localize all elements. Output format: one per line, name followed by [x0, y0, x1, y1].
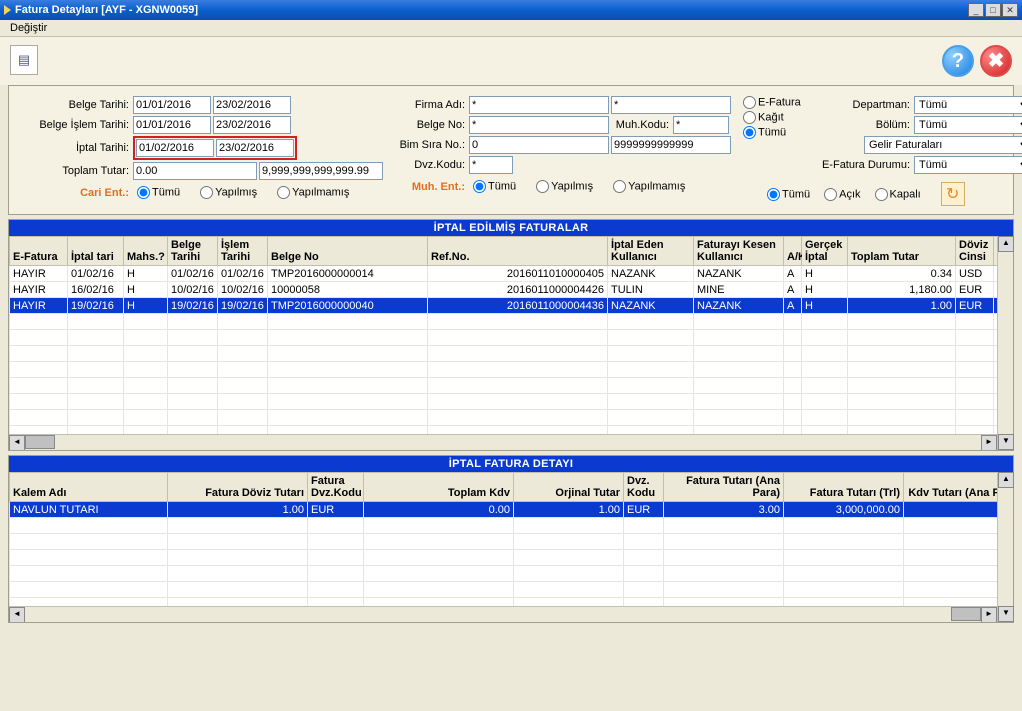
- grid1-header[interactable]: Toplam Tutar: [848, 237, 956, 266]
- grid1-header[interactable]: E-Fatura: [10, 237, 68, 266]
- lbl-belge-islem-tarihi: Belge İşlem Tarihi:: [15, 119, 133, 131]
- help-button[interactable]: ?: [942, 45, 974, 77]
- title-icon: [4, 5, 11, 15]
- grid1-header[interactable]: Mahs.?: [124, 237, 168, 266]
- grid2-header[interactable]: Fatura Dvz.Kodu: [308, 473, 364, 502]
- document-icon[interactable]: ▤: [10, 45, 38, 75]
- r-kagit[interactable]: Kağıt: [739, 111, 784, 124]
- grid1-header[interactable]: Faturayı Kesen Kullanıcı: [694, 237, 784, 266]
- maximize-button[interactable]: □: [985, 3, 1001, 17]
- filter-panel: Belge Tarihi: Belge İşlem Tarihi: İptal …: [8, 85, 1014, 215]
- durum-tumu[interactable]: Tümü: [763, 188, 810, 201]
- grid1-header[interactable]: Belge Tarihi: [168, 237, 218, 266]
- lbl-muh-kodu: Muh.Kodu:: [611, 119, 673, 131]
- grid2-header[interactable]: Fatura Tutarı (Trl): [784, 473, 904, 502]
- muh-kodu[interactable]: [673, 116, 729, 134]
- r-efatura[interactable]: E-Fatura: [739, 96, 801, 109]
- table-row[interactable]: HAYIR19/02/16H19/02/1619/02/16TMP2016000…: [10, 298, 998, 314]
- table-row[interactable]: HAYIR01/02/16H01/02/1601/02/16TMP2016000…: [10, 266, 998, 282]
- minimize-button[interactable]: _: [968, 3, 984, 17]
- grid1-vscroll[interactable]: ▲▼: [997, 236, 1013, 450]
- grid1-header[interactable]: İptal Eden Kullanıcı: [608, 237, 694, 266]
- close-window-button[interactable]: ✕: [1002, 3, 1018, 17]
- muh-tumu[interactable]: Tümü: [469, 180, 516, 193]
- iptal-tarihi-to[interactable]: [216, 139, 294, 157]
- grid2-header[interactable]: Orjinal Tutar: [514, 473, 624, 502]
- lbl-iptal-tarihi: İptal Tarihi:: [15, 142, 133, 154]
- grid2-title: İPTAL FATURA DETAYI: [9, 456, 1013, 472]
- lbl-bolum: Bölüm:: [814, 119, 914, 131]
- grid2-header[interactable]: Kalem Adı: [10, 473, 168, 502]
- close-button[interactable]: ✖: [980, 45, 1012, 77]
- toplam-tutar-from[interactable]: [133, 162, 257, 180]
- grid2-header[interactable]: Dvz. Kodu: [624, 473, 664, 502]
- grid1-header[interactable]: M: [994, 237, 998, 266]
- belge-tarihi-from[interactable]: [133, 96, 211, 114]
- fatura-tipi-combo[interactable]: Gelir Faturaları: [864, 136, 1022, 154]
- window-title: Fatura Detayları [AYF - XGNW0059]: [15, 0, 967, 20]
- lbl-belge-tarihi: Belge Tarihi:: [15, 99, 133, 111]
- belge-no[interactable]: [469, 116, 609, 134]
- grid1-title: İPTAL EDİLMİŞ FATURALAR: [9, 220, 1013, 236]
- toplam-tutar-to[interactable]: [259, 162, 383, 180]
- r-ftip-tumu[interactable]: Tümü: [739, 126, 786, 139]
- grid2-table[interactable]: Kalem AdıFatura Döviz TutarıFatura Dvz.K…: [9, 472, 997, 606]
- grid1-header[interactable]: A/K: [784, 237, 802, 266]
- cari-yapilmamis[interactable]: Yapılmamış: [273, 186, 349, 199]
- grid1-header[interactable]: Döviz Cinsi: [956, 237, 994, 266]
- belge-tarihi-to[interactable]: [213, 96, 291, 114]
- grid2-header[interactable]: Fatura Tutarı (Ana Para): [664, 473, 784, 502]
- menubar: Değiştir: [0, 20, 1022, 37]
- lbl-firma-adi: Firma Adı:: [391, 99, 469, 111]
- menu-degistir[interactable]: Değiştir: [4, 20, 53, 36]
- grid2-vscroll[interactable]: ▲▼: [997, 472, 1013, 622]
- lbl-dvz-kodu: Dvz.Kodu:: [391, 159, 469, 171]
- bolum-combo[interactable]: Tümü: [914, 116, 1022, 134]
- grid1-header[interactable]: İşlem Tarihi: [218, 237, 268, 266]
- firma-adi-to[interactable]: [611, 96, 731, 114]
- grid2-header[interactable]: Toplam Kdv: [364, 473, 514, 502]
- grid-cancelled-invoices: İPTAL EDİLMİŞ FATURALAR E-Faturaİptal ta…: [8, 219, 1014, 451]
- efatura-durumu-combo[interactable]: Tümü: [914, 156, 1022, 174]
- dvz-kodu[interactable]: [469, 156, 513, 174]
- iptal-tarihi-highlight: [133, 136, 297, 160]
- durum-kapali[interactable]: Kapalı: [871, 188, 921, 201]
- lbl-muh-ent: Muh. Ent.:: [391, 181, 469, 193]
- refresh-button[interactable]: ↻: [941, 182, 965, 206]
- table-row[interactable]: HAYIR16/02/16H10/02/1610/02/161000005820…: [10, 282, 998, 298]
- lbl-cari-ent: Cari Ent.:: [15, 187, 133, 199]
- lbl-efatura-durumu: E-Fatura Durumu:: [814, 159, 914, 171]
- belge-islem-from[interactable]: [133, 116, 211, 134]
- titlebar[interactable]: Fatura Detayları [AYF - XGNW0059] _ □ ✕: [0, 0, 1022, 20]
- grid1-header[interactable]: Ref.No.: [428, 237, 608, 266]
- belge-islem-to[interactable]: [213, 116, 291, 134]
- grid1-table[interactable]: E-Faturaİptal tariMahs.?Belge Tarihiİşle…: [9, 236, 997, 434]
- grid2-hscroll[interactable]: ◄►: [9, 606, 997, 622]
- app-window: Fatura Detayları [AYF - XGNW0059] _ □ ✕ …: [0, 0, 1022, 711]
- bim-sira-to[interactable]: [611, 136, 731, 154]
- bim-sira-from[interactable]: [469, 136, 609, 154]
- departman-combo[interactable]: Tümü: [914, 96, 1022, 114]
- lbl-bim-sira: Bim Sıra No.:: [391, 139, 469, 151]
- grid1-hscroll[interactable]: ◄►: [9, 434, 997, 450]
- grid1-header[interactable]: İptal tari: [68, 237, 124, 266]
- grid-invoice-detail: İPTAL FATURA DETAYI Kalem AdıFatura Dövi…: [8, 455, 1014, 623]
- lbl-toplam-tutar: Toplam Tutar:: [15, 165, 133, 177]
- grid2-header[interactable]: Kdv Tutarı (Ana Para): [904, 473, 998, 502]
- table-row[interactable]: NAVLUN TUTARI1.00EUR0.001.00EUR3.003,000…: [10, 502, 998, 518]
- lbl-departman: Departman:: [814, 99, 914, 111]
- lbl-belge-no: Belge No:: [391, 119, 469, 131]
- muh-yapilmis[interactable]: Yapılmış: [532, 180, 593, 193]
- durum-acik[interactable]: Açık: [820, 188, 860, 201]
- cari-tumu[interactable]: Tümü: [133, 186, 180, 199]
- cari-yapilmis[interactable]: Yapılmış: [196, 186, 257, 199]
- grid1-header[interactable]: Belge No: [268, 237, 428, 266]
- muh-yapilmamis[interactable]: Yapılmamış: [609, 180, 685, 193]
- grid2-header[interactable]: Fatura Döviz Tutarı: [168, 473, 308, 502]
- toolbar: ▤ ? ✖: [0, 37, 1022, 85]
- grid1-header[interactable]: Gerçek İptal: [802, 237, 848, 266]
- firma-adi-from[interactable]: [469, 96, 609, 114]
- iptal-tarihi-from[interactable]: [136, 139, 214, 157]
